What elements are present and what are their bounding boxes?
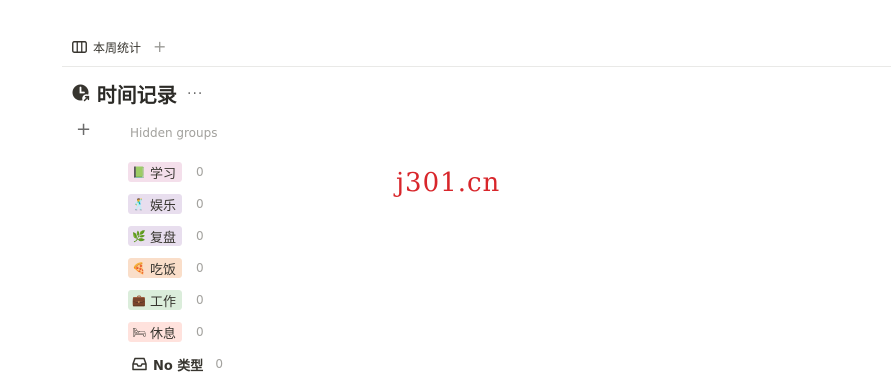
hidden-groups-label[interactable]: Hidden groups (130, 126, 218, 140)
group-label: 复盘 (150, 230, 177, 246)
group-tag[interactable]: 💼 工作 (128, 290, 183, 310)
divider (62, 66, 891, 67)
group-emoji-icon: 🕺 (132, 197, 146, 211)
add-view-icon[interactable]: + (153, 39, 166, 55)
group-row: 🍕 吃饭 0 (128, 252, 223, 284)
group-tag[interactable]: 🛏 休息 (128, 322, 183, 342)
group-count: 0 (196, 197, 204, 211)
group-tag[interactable]: 🕺 娱乐 (128, 194, 183, 214)
database-title-row: 时间记录 ··· (72, 79, 203, 108)
group-count: 0 (215, 357, 223, 371)
watermark: j301.cn (396, 168, 501, 198)
tab-label: 本周统计 (93, 40, 142, 55)
group-tag[interactable]: 📗 学习 (128, 162, 183, 182)
group-count: 0 (196, 229, 204, 243)
group-count: 0 (196, 293, 204, 307)
group-count: 0 (196, 325, 204, 339)
inbox-icon (132, 357, 147, 371)
group-row-no-type: No 类型 0 (128, 348, 223, 380)
group-emoji-icon: 🛏 (132, 325, 146, 339)
add-group-icon[interactable]: + (76, 121, 91, 139)
group-tag[interactable]: 🍕 吃饭 (128, 258, 183, 278)
group-label: 工作 (150, 294, 177, 310)
group-label: 休息 (150, 326, 177, 342)
group-list: 📗 学习 0 🕺 娱乐 0 🌿 复盘 0 🍕 吃饭 0 💼 工作 0 🛏 休息 0 No 类型 0 (128, 156, 223, 380)
group-row: 🌿 复盘 0 (128, 220, 223, 252)
board-columns-icon (72, 41, 87, 53)
more-options-button[interactable]: ··· (187, 86, 203, 102)
no-type-label[interactable]: No 类型 (153, 355, 203, 374)
group-row: 💼 工作 0 (128, 284, 223, 316)
tab-weekly-stats[interactable]: 本周统计 (72, 39, 141, 56)
group-emoji-icon: 📗 (132, 165, 146, 179)
group-count: 0 (196, 261, 204, 275)
group-count: 0 (196, 165, 204, 179)
group-label: 吃饭 (150, 262, 177, 278)
group-emoji-icon: 🍕 (132, 261, 146, 275)
group-row: 🕺 娱乐 0 (128, 188, 223, 220)
group-emoji-icon: 🌿 (132, 229, 146, 243)
group-label: 娱乐 (150, 198, 177, 214)
group-row: 🛏 休息 0 (128, 316, 223, 348)
group-label: 学习 (150, 166, 177, 182)
page: 本周统计 + 时间记录 ··· + Hidden groups 📗 学习 0 🕺 娱乐 0… (0, 0, 891, 384)
group-row: 📗 学习 0 (128, 156, 223, 188)
clock-arrow-icon (72, 84, 91, 103)
group-tag[interactable]: 🌿 复盘 (128, 226, 183, 246)
group-emoji-icon: 💼 (132, 293, 146, 307)
page-title[interactable]: 时间记录 (97, 79, 177, 108)
view-tab-bar: 本周统计 + (72, 36, 166, 58)
